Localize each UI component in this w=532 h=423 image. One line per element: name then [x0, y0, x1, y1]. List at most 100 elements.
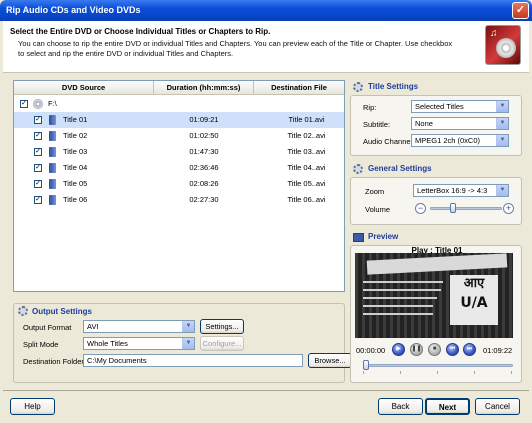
- title-duration: 02:08:26: [189, 179, 219, 188]
- title-checkbox[interactable]: ✓: [34, 164, 42, 172]
- column-duration[interactable]: Duration (hh:mm:ss): [154, 81, 254, 95]
- title-settings-header: Title Settings: [350, 80, 522, 95]
- title-settings-panel: Title Settings Rip: Selected Titles ▼ Su…: [350, 80, 522, 156]
- window-titlebar: Rip Audio CDs and Video DVDs ✓: [0, 0, 532, 21]
- title-settings-title: Title Settings: [368, 82, 419, 91]
- window-title: Rip Audio CDs and Video DVDs: [6, 5, 141, 15]
- zoom-label: Zoom: [365, 187, 385, 196]
- chevron-down-icon[interactable]: ▼: [496, 101, 508, 112]
- table-row[interactable]: ✓ Title 04 02:36:46 Title 04..avi: [14, 160, 344, 176]
- stop-icon[interactable]: ■: [428, 343, 441, 356]
- title-file-icon: [49, 147, 56, 157]
- play-icon[interactable]: ▶: [392, 343, 405, 356]
- split-mode-select[interactable]: Whole Titles ▼: [83, 337, 195, 350]
- table-header: DVD Source Duration (hh:mm:ss) Destinati…: [14, 81, 344, 95]
- tree-root-row[interactable]: ✓ F:\: [14, 96, 344, 112]
- chevron-down-icon[interactable]: ▼: [496, 118, 508, 129]
- output-format-value: AVI: [87, 322, 99, 331]
- subtitle-select[interactable]: None ▼: [411, 117, 509, 130]
- rip-value: Selected Titles: [415, 102, 464, 111]
- root-checkbox[interactable]: ✓: [20, 100, 28, 108]
- cancel-button[interactable]: Cancel: [475, 398, 520, 415]
- volume-slider[interactable]: [430, 207, 502, 210]
- wizard-header: Select the Entire DVD or Choose Individu…: [3, 21, 529, 73]
- gear-icon: [18, 306, 28, 316]
- video-text-line: [363, 281, 443, 283]
- pause-icon[interactable]: ❚❚: [410, 343, 423, 356]
- root-label: F:\: [48, 99, 57, 108]
- table-row[interactable]: ✓ Title 02 01:02:50 Title 02..avi: [14, 128, 344, 144]
- table-row[interactable]: ✓ Title 05 02:08:26 Title 05..avi: [14, 176, 344, 192]
- split-mode-value: Whole Titles: [87, 339, 128, 348]
- general-settings-title: General Settings: [368, 164, 432, 173]
- audio-channel-select[interactable]: MPEG1 2ch (0xC0) ▼: [411, 134, 509, 147]
- preview-header: Preview: [350, 230, 522, 245]
- column-destination-file[interactable]: Destination File: [254, 81, 344, 95]
- column-dvd-source[interactable]: DVD Source: [14, 81, 154, 95]
- title-file-icon: [49, 131, 56, 141]
- chevron-down-icon[interactable]: ▼: [182, 338, 194, 349]
- certificate-box: आए U/A: [450, 275, 498, 325]
- close-icon[interactable]: ✓: [512, 2, 529, 19]
- gear-icon: [353, 82, 363, 92]
- dvd-drive-icon: [33, 99, 43, 109]
- title-name: Title 03: [63, 147, 88, 156]
- title-name: Title 05: [63, 179, 88, 188]
- volume-down-icon[interactable]: −: [415, 203, 426, 214]
- preview-title: Preview: [368, 232, 399, 241]
- title-destination: Title 01.avi: [288, 115, 325, 124]
- volume-up-icon[interactable]: +: [503, 203, 514, 214]
- title-file-icon: [49, 179, 56, 189]
- time-end: 01:09:22: [483, 346, 513, 355]
- title-name: Title 06: [63, 195, 88, 204]
- back-button[interactable]: Back: [378, 398, 423, 415]
- title-destination: Title 04..avi: [287, 163, 326, 172]
- video-preview: आए U/A: [355, 253, 513, 338]
- table-row[interactable]: ✓ Title 03 01:47:30 Title 03..avi: [14, 144, 344, 160]
- configure-button: Configure...: [200, 336, 244, 351]
- subtitle-value: None: [415, 119, 433, 128]
- dvd-rip-logo-icon: ♫: [485, 25, 521, 65]
- title-checkbox[interactable]: ✓: [34, 180, 42, 188]
- title-duration: 02:27:30: [189, 195, 219, 204]
- browse-button[interactable]: Browse...: [308, 353, 352, 368]
- output-settings-group: Output Settings Output Format AVI ▼ Sett…: [13, 303, 352, 383]
- zoom-value: LetterBox 16:9 -> 4:3: [417, 186, 488, 195]
- output-format-select[interactable]: AVI ▼: [83, 320, 195, 333]
- title-file-icon: [49, 163, 56, 173]
- previous-chapter-icon[interactable]: ⏮: [446, 343, 459, 356]
- seek-ticks: [363, 371, 513, 374]
- certificate-rating: U/A: [460, 295, 488, 311]
- zoom-select[interactable]: LetterBox 16:9 -> 4:3 ▼: [413, 184, 509, 197]
- chevron-down-icon[interactable]: ▼: [496, 135, 508, 146]
- help-button[interactable]: Help: [10, 398, 55, 415]
- table-row[interactable]: ✓ Title 01 01:09:21 Title 01.avi: [14, 112, 344, 128]
- title-file-icon: [49, 115, 56, 125]
- title-checkbox[interactable]: ✓: [34, 148, 42, 156]
- next-button[interactable]: Next: [425, 398, 470, 415]
- title-checkbox[interactable]: ✓: [34, 196, 42, 204]
- time-start: 00:00:00: [356, 346, 386, 355]
- video-text-line: [363, 313, 433, 315]
- music-note-icon: ♫: [490, 28, 498, 39]
- settings-button[interactable]: Settings...: [200, 319, 244, 334]
- title-destination: Title 05..avi: [287, 179, 326, 188]
- title-checkbox[interactable]: ✓: [34, 116, 42, 124]
- title-checkbox[interactable]: ✓: [34, 132, 42, 140]
- video-text-line: [363, 289, 441, 291]
- seek-slider[interactable]: [363, 364, 513, 367]
- destination-folder-input[interactable]: C:\My Documents: [83, 354, 303, 367]
- seek-slider-thumb[interactable]: [363, 360, 369, 370]
- volume-slider-thumb[interactable]: [449, 203, 456, 213]
- chevron-down-icon[interactable]: ▼: [496, 185, 508, 196]
- destination-folder-label: Destination Folder: [23, 357, 84, 366]
- chevron-down-icon[interactable]: ▼: [182, 321, 194, 332]
- title-duration: 02:36:46: [189, 163, 219, 172]
- next-chapter-icon[interactable]: ⏭: [463, 343, 476, 356]
- rip-select[interactable]: Selected Titles ▼: [411, 100, 509, 113]
- title-destination: Title 03..avi: [287, 147, 326, 156]
- table-row[interactable]: ✓ Title 06 02:27:30 Title 06..avi: [14, 192, 344, 208]
- split-mode-label: Split Mode: [23, 340, 59, 349]
- rip-label: Rip:: [363, 103, 377, 112]
- monitor-icon: [353, 233, 364, 242]
